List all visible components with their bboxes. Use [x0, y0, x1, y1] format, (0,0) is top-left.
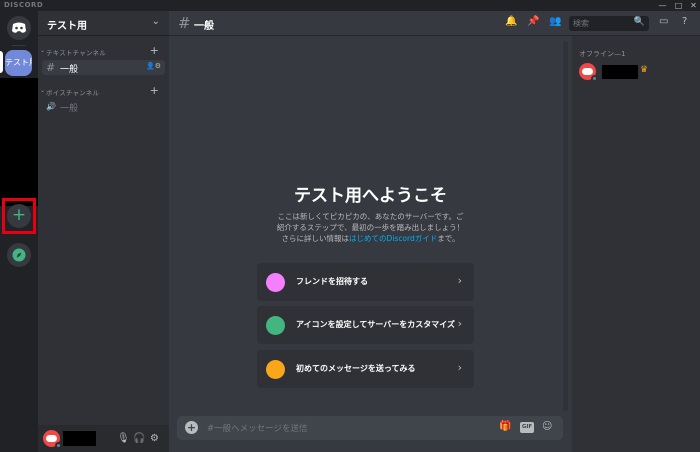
welcome-title: テスト用へようこそ	[294, 186, 447, 206]
maximize-button[interactable]: □	[672, 0, 685, 11]
compass-icon	[12, 248, 26, 262]
guild-header[interactable]: テスト用 ⌄	[38, 11, 169, 36]
headphones-icon[interactable]: 🎧	[133, 433, 145, 444]
invite-friends-button[interactable]: フレンドを招待する ›	[257, 263, 474, 301]
status-indicator	[591, 75, 598, 82]
gif-button[interactable]: GIF	[520, 422, 534, 433]
help-icon[interactable]: ?	[682, 16, 687, 27]
crown-icon: ♛	[640, 65, 649, 75]
status-indicator	[55, 442, 62, 449]
pin-icon[interactable]: 📌	[527, 16, 539, 27]
minimize-button[interactable]: —	[656, 0, 669, 11]
active-server-pill	[0, 51, 3, 73]
channel-name: 一般	[60, 104, 79, 114]
category-label: ボイスチャンネル	[46, 89, 100, 97]
close-window-button[interactable]: ✕	[687, 0, 700, 11]
app-brand: DISCORD	[4, 1, 44, 9]
category-voice-channels[interactable]: ⌄ ボイスチャンネル +	[40, 84, 167, 97]
member-avatar	[579, 63, 598, 82]
guild-name: テスト用	[47, 21, 87, 32]
redacted-username	[602, 65, 638, 79]
redacted-username	[63, 431, 96, 446]
first-message-button[interactable]: 初めてのメッセージを送ってみる ›	[257, 350, 474, 388]
upload-button[interactable]: +	[185, 421, 198, 434]
bell-icon[interactable]: 🔔	[505, 16, 517, 27]
discord-logo-icon	[12, 22, 26, 33]
speaker-icon: 🔊	[46, 102, 56, 111]
text-channel-icon: #	[178, 14, 191, 32]
user-avatar[interactable]	[43, 430, 62, 449]
inbox-icon[interactable]: ▭	[659, 16, 668, 27]
getting-started-link[interactable]: はじめてのDiscordガイド	[349, 234, 437, 243]
customize-icon	[266, 316, 285, 335]
chevron-right-icon: ›	[457, 317, 462, 330]
invite-icon	[266, 273, 285, 292]
invite-settings-icons[interactable]: 👤⚙	[146, 62, 161, 70]
welcome-section: テスト用へようこそ ここは新しくてピカピカの、あなたのサーバーです。ご紹介するス…	[169, 181, 572, 244]
customize-server-button[interactable]: アイコンを設定してサーバーをカスタマイズ ›	[257, 306, 474, 344]
category-text-channels[interactable]: ⌄ テキストチャンネル +	[40, 44, 167, 57]
member-item[interactable]: ♛	[579, 63, 697, 83]
category-label: テキストチャンネル	[46, 49, 106, 57]
search-placeholder: 検索	[573, 19, 589, 28]
welcome-description: ここは新しくてピカピカの、あなたのサーバーです。ご紹介するステップで、最初の一歩…	[276, 212, 465, 243]
user-panel: 🎙 🎧 ⚙	[38, 425, 169, 452]
gift-icon[interactable]: 🎁	[499, 421, 511, 432]
explore-servers-button[interactable]	[7, 243, 31, 267]
create-channel-button[interactable]: +	[150, 44, 159, 57]
message-icon	[266, 360, 285, 379]
collapse-arrow-icon: ⌄	[40, 87, 46, 94]
server-icon-test[interactable]: テスト用	[5, 50, 32, 76]
message-input[interactable]: #一般へメッセージを送信	[207, 422, 307, 434]
chevron-right-icon: ›	[457, 274, 462, 287]
member-category-offline: オフライン—1	[579, 50, 626, 58]
redacted-area	[0, 78, 38, 206]
search-icon: 🔍	[633, 17, 645, 27]
chevron-right-icon: ›	[457, 361, 462, 374]
microphone-icon[interactable]: 🎙	[117, 433, 130, 444]
channel-title: 一般	[194, 21, 214, 32]
title-bar: DISCORD — □ ✕	[0, 0, 700, 11]
rail-separator	[12, 45, 26, 46]
collapse-arrow-icon: ⌄	[40, 47, 46, 54]
chat-area: # 一般 🔔 📌 👥 検索 🔍 ▭ ? テスト用へようこそ ここは新しくてピカピ…	[169, 11, 700, 452]
gear-icon[interactable]: ⚙	[150, 433, 159, 444]
add-server-highlight	[2, 198, 36, 234]
channel-general-text[interactable]: # 一般 👤⚙	[42, 60, 165, 75]
home-button[interactable]	[7, 16, 31, 40]
create-channel-button[interactable]: +	[150, 84, 159, 97]
message-composer[interactable]: + #一般へメッセージを送信 🎁 GIF ☺	[177, 416, 563, 440]
channel-sidebar: テスト用 ⌄ ⌄ テキストチャンネル + # 一般 👤⚙ ⌄ ボイスチャンネル …	[38, 11, 169, 452]
channel-general-voice[interactable]: 🔊 一般	[42, 99, 165, 114]
member-list: オフライン—1 ♛	[572, 36, 700, 452]
channel-name: 一般	[60, 65, 79, 75]
chevron-down-icon: ⌄	[151, 16, 160, 27]
server-rail: テスト用 +	[0, 11, 38, 452]
members-icon[interactable]: 👥	[549, 16, 561, 27]
text-channel-icon: #	[46, 61, 56, 74]
emoji-icon[interactable]: ☺	[542, 421, 552, 432]
chat-header: # 一般 🔔 📌 👥 検索 🔍 ▭ ?	[169, 11, 700, 36]
search-input[interactable]: 検索 🔍	[569, 16, 649, 31]
